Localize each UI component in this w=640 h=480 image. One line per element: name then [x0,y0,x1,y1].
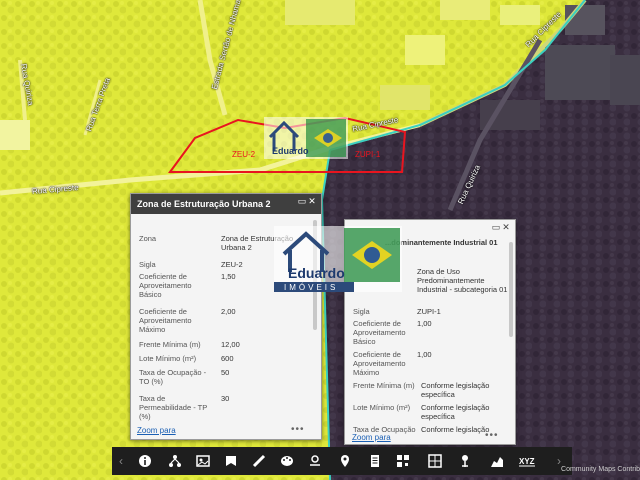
field-value: 50 [221,368,230,377]
field-label: Sigla [139,260,156,269]
field-value: 30 [221,394,230,403]
select-icon[interactable] [422,447,448,475]
pin-icon[interactable] [452,447,478,475]
more-options-icon[interactable]: ••• [485,430,499,441]
field-label: Coeficiente de Aproveitamento Máximo [353,350,406,377]
info-icon[interactable] [132,447,158,475]
field-value: Conforme legislação específica [421,381,490,399]
field-label: Coeficiente de Aproveitamento Básico [139,272,192,299]
field-label: Frente Mínima (m) [139,340,201,349]
gallery-icon[interactable] [190,447,216,475]
xyz-icon[interactable]: XYZ [514,447,540,475]
tree-icon[interactable] [162,447,188,475]
location-icon[interactable] [332,447,358,475]
field-value: 1,00 [417,319,432,328]
close-icon[interactable]: ✕ [307,196,317,207]
chart-icon[interactable] [484,447,510,475]
map-attribution: Community Maps Contrib [561,466,640,473]
close-icon[interactable]: ✕ [501,222,511,233]
field-label: Lote Mínimo (m²) [139,354,197,363]
layers-icon[interactable] [302,447,328,475]
map-toolbar: ‹ XYZ › [112,447,572,475]
popup-title-partial: ...dominantemente Industrial 01 [385,238,498,247]
zoom-to-link[interactable]: Zoom para [352,433,391,442]
field-value: 12,00 [221,340,240,349]
field-label: Zona [139,234,157,243]
field-label: Taxa de Permeabilidade - TP (%) [139,394,208,421]
field-label: Coeficiente de Aproveitamento Básico [353,319,406,346]
field-value: 600 [221,354,234,363]
svg-text:XYZ: XYZ [519,457,535,466]
svg-text:IMÓVEIS: IMÓVEIS [284,283,338,292]
more-options-icon[interactable]: ••• [291,424,305,435]
chevron-left-icon[interactable]: ‹ [114,447,128,475]
maximize-icon[interactable]: ▭ [491,222,501,233]
watermark-logo-center: Eduardo IMÓVEIS [274,226,402,292]
field-label: Lote Mínimo (m²) [353,403,411,412]
popup-title: Zona de Estruturação Urbana 2 [131,194,321,214]
watermark-logo-top: Eduardo [264,117,348,159]
field-value: 1,00 [417,350,432,359]
popup-scrollbar[interactable] [509,242,513,337]
qr-grid-icon[interactable] [390,447,416,475]
field-value: Conforme legislação específica [421,403,490,421]
bookmark-icon[interactable] [218,447,244,475]
zone-label-zupi: ZUPI-1 [355,150,381,159]
watermark-brand-text: Eduardo [288,265,345,281]
field-value: ZUPI-1 [417,307,441,316]
field-label: Coeficiente de Aproveitamento Máximo [139,307,192,334]
field-value: Zona de Uso Predominantemente Industrial… [417,267,508,294]
measure-icon[interactable] [246,447,272,475]
svg-text:Eduardo: Eduardo [272,146,309,156]
field-label: Frente Mínima (m) [353,381,415,390]
palette-icon[interactable] [274,447,300,475]
maximize-icon[interactable]: ▭ [297,196,307,207]
document-icon[interactable] [362,447,388,475]
field-value: 2,00 [221,307,236,316]
zoom-to-link[interactable]: Zoom para [137,426,176,435]
field-label: Taxa de Ocupação - TO (%) [139,368,207,386]
zone-label-zeu: ZEU-2 [232,150,256,159]
field-label: Sigla [353,307,370,316]
